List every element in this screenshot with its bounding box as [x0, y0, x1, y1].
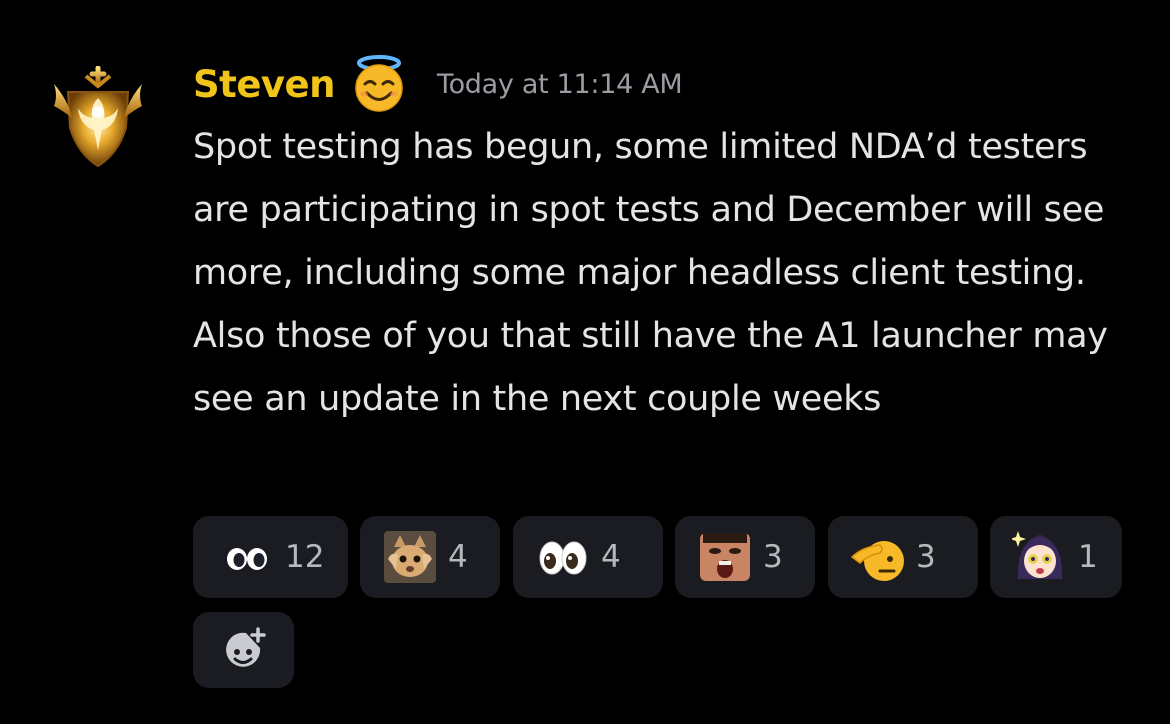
- add-reaction-button[interactable]: [193, 612, 294, 688]
- reaction-count: 1: [1078, 539, 1098, 575]
- golden-phoenix-emblem-icon: [54, 65, 142, 168]
- reaction-dot-eyes[interactable]: 12: [193, 516, 348, 598]
- reaction-shocked-face[interactable]: 3: [675, 516, 815, 598]
- reaction-eyes[interactable]: 4: [513, 516, 663, 598]
- reaction-count: 3: [916, 539, 936, 575]
- message-text: Spot testing has begun, some limited NDA…: [193, 127, 1108, 419]
- saluting-face-icon: [850, 529, 906, 585]
- shocked-face-icon: [697, 529, 753, 585]
- username[interactable]: Steven: [193, 63, 335, 106]
- dot-eyes-icon: [219, 529, 275, 585]
- scared-cat-icon: [382, 529, 438, 585]
- reaction-count: 4: [448, 539, 468, 575]
- reaction-saluting-face[interactable]: 3: [828, 516, 978, 598]
- message-timestamp: Today at 11:14 AM: [436, 68, 683, 100]
- reaction-count: 3: [763, 539, 783, 575]
- user-avatar[interactable]: [48, 65, 148, 176]
- message-header: Steven Today at 11:14 AM: [193, 52, 683, 116]
- reaction-count: 12: [285, 539, 325, 575]
- reaction-anime-girl[interactable]: 1: [990, 516, 1122, 598]
- smiling-face-with-halo-icon: [349, 54, 409, 114]
- add-reaction-icon: [225, 627, 266, 667]
- reaction-count: 4: [601, 539, 621, 575]
- chat-message: Steven Today at 11:14 AM Spot testing ha…: [0, 0, 1170, 724]
- reaction-scared-cat[interactable]: 4: [360, 516, 500, 598]
- anime-girl-sparkle-icon: [1010, 529, 1068, 585]
- eyes-icon: [535, 529, 591, 585]
